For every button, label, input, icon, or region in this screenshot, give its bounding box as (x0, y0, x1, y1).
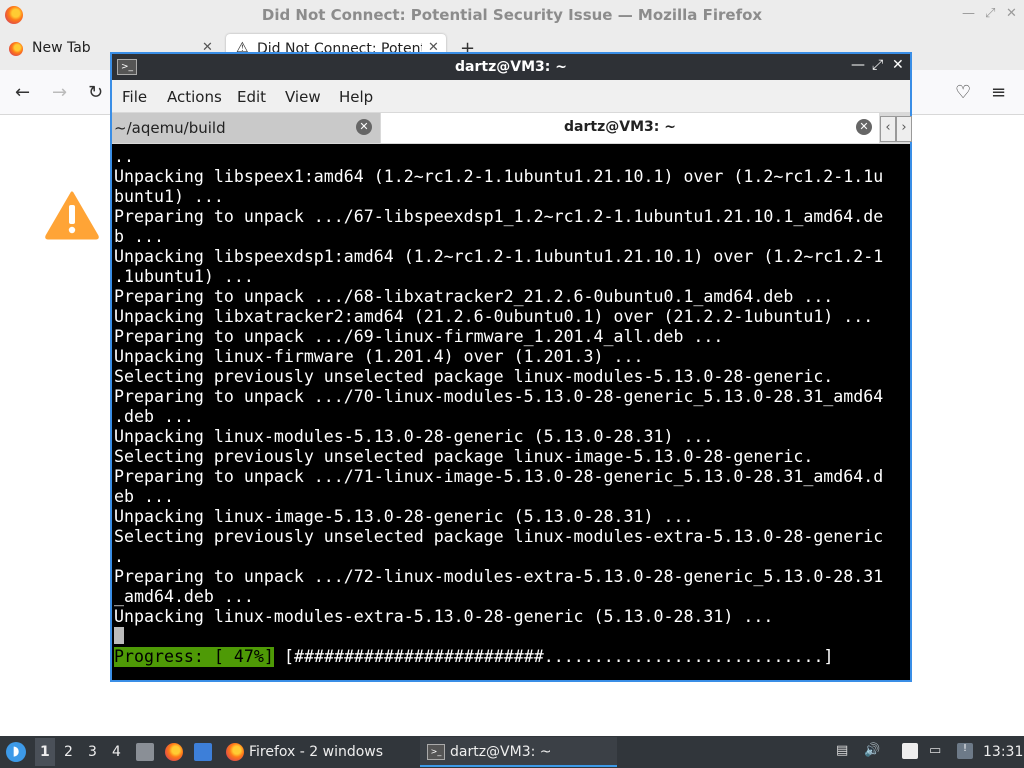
terminal-line: eb ... (114, 487, 174, 506)
notes-icon[interactable] (902, 743, 918, 759)
firefox-icon[interactable] (165, 743, 183, 761)
firefox-tab-label: New Tab (32, 40, 91, 56)
forward-icon[interactable]: → (52, 82, 67, 103)
tab-close-icon[interactable]: ✕ (856, 119, 872, 135)
terminal-line: Unpacking linux-modules-5.13.0-28-generi… (114, 427, 714, 446)
chevron-right-icon[interactable]: › (896, 116, 912, 142)
terminal-line: Preparing to unpack .../72-linux-modules… (114, 567, 884, 586)
firefox-window-title: Did Not Connect: Potential Security Issu… (261, 6, 763, 24)
terminal-line: Unpacking linux-modules-extra-5.13.0-28-… (114, 607, 774, 626)
update-notifier-icon[interactable]: ! (957, 743, 973, 759)
volume-icon[interactable]: 🔊 (864, 743, 880, 759)
terminal-line: Unpacking linux-firmware (1.201.4) over … (114, 347, 644, 366)
terminal-line: Unpacking libxatracker2:amd64 (21.2.6-0u… (114, 307, 874, 326)
terminal-line: Preparing to unpack .../70-linux-modules… (114, 387, 884, 406)
network-icon[interactable]: ▭ (929, 743, 945, 759)
terminal-line: .. (114, 147, 134, 166)
desktop-icon[interactable] (194, 743, 212, 761)
terminal-cursor (114, 627, 124, 644)
back-icon[interactable]: ← (15, 82, 30, 103)
task-terminal[interactable]: dartz@VM3: ~ (450, 744, 552, 760)
reload-icon[interactable]: ↻ (88, 82, 103, 103)
terminal-line: Unpacking libspeexdsp1:amd64 (1.2~rc1.2-… (114, 247, 884, 266)
file-manager-icon[interactable] (136, 743, 154, 761)
workspace-3[interactable]: 3 (88, 744, 97, 760)
terminal-line: Preparing to unpack .../69-linux-firmwar… (114, 327, 724, 346)
chevron-left-icon[interactable]: ‹ (880, 116, 896, 142)
tab-close-icon[interactable]: ✕ (356, 119, 372, 135)
terminal-line: . (114, 547, 124, 566)
application-menu-icon[interactable]: ◗ (6, 742, 26, 762)
terminal-line: .1ubuntu1) ... (114, 267, 254, 286)
menu-file[interactable]: File (122, 88, 147, 106)
pocket-icon[interactable]: ♡ (955, 82, 971, 103)
terminal-line: Preparing to unpack .../71-linux-image-5… (114, 467, 884, 486)
menu-help[interactable]: Help (339, 88, 373, 106)
terminal-line: Preparing to unpack .../68-libxatracker2… (114, 287, 834, 306)
menu-actions[interactable]: Actions (167, 88, 222, 106)
terminal-line: buntu1) ... (114, 187, 224, 206)
terminal-title: dartz@VM3: ~ (455, 59, 567, 75)
terminal-line: Selecting previously unselected package … (114, 447, 814, 466)
terminal-line: Preparing to unpack .../67-libspeexdsp1_… (114, 207, 884, 226)
maximize-icon[interactable]: ⤢ (872, 57, 883, 73)
terminal-line: Unpacking libspeex1:amd64 (1.2~rc1.2-1.1… (114, 167, 884, 186)
close-icon[interactable]: ✕ (892, 57, 904, 73)
menu-icon[interactable]: ≡ (991, 82, 1006, 103)
terminal-line: Selecting previously unselected package … (114, 527, 884, 546)
terminal-menubar (112, 80, 910, 112)
menu-view[interactable]: View (285, 88, 321, 106)
warning-icon (45, 191, 99, 240)
clipboard-icon[interactable]: ▤ (836, 743, 852, 759)
minimize-icon[interactable]: — (962, 6, 975, 21)
terminal-line: b ... (114, 227, 164, 246)
terminal-tab-label: ~/aqemu/build (114, 119, 226, 137)
minimize-icon[interactable]: — (851, 57, 865, 73)
terminal-line: Unpacking linux-image-5.13.0-28-generic … (114, 507, 694, 526)
terminal-line: _amd64.deb ... (114, 587, 254, 606)
workspace-4[interactable]: 4 (112, 744, 121, 760)
terminal-line: .deb ... (114, 407, 194, 426)
close-icon[interactable]: ✕ (1006, 6, 1017, 21)
firefox-icon (226, 743, 244, 761)
progress-bar: [#########################..............… (284, 647, 834, 666)
task-firefox[interactable]: Firefox - 2 windows (249, 744, 383, 760)
clock: 13:31 (983, 744, 1024, 760)
terminal-tab-label: dartz@VM3: ~ (564, 119, 676, 135)
terminal-line: Selecting previously unselected package … (114, 367, 834, 386)
terminal-icon: >_ (427, 744, 445, 760)
maximize-icon[interactable]: ⤢ (985, 6, 995, 21)
firefox-tab-icon (9, 42, 23, 56)
menu-edit[interactable]: Edit (237, 88, 266, 106)
workspace-2[interactable]: 2 (64, 744, 73, 760)
workspace-1[interactable]: 1 (40, 744, 50, 760)
progress-label: Progress: [ 47%] (114, 647, 274, 667)
